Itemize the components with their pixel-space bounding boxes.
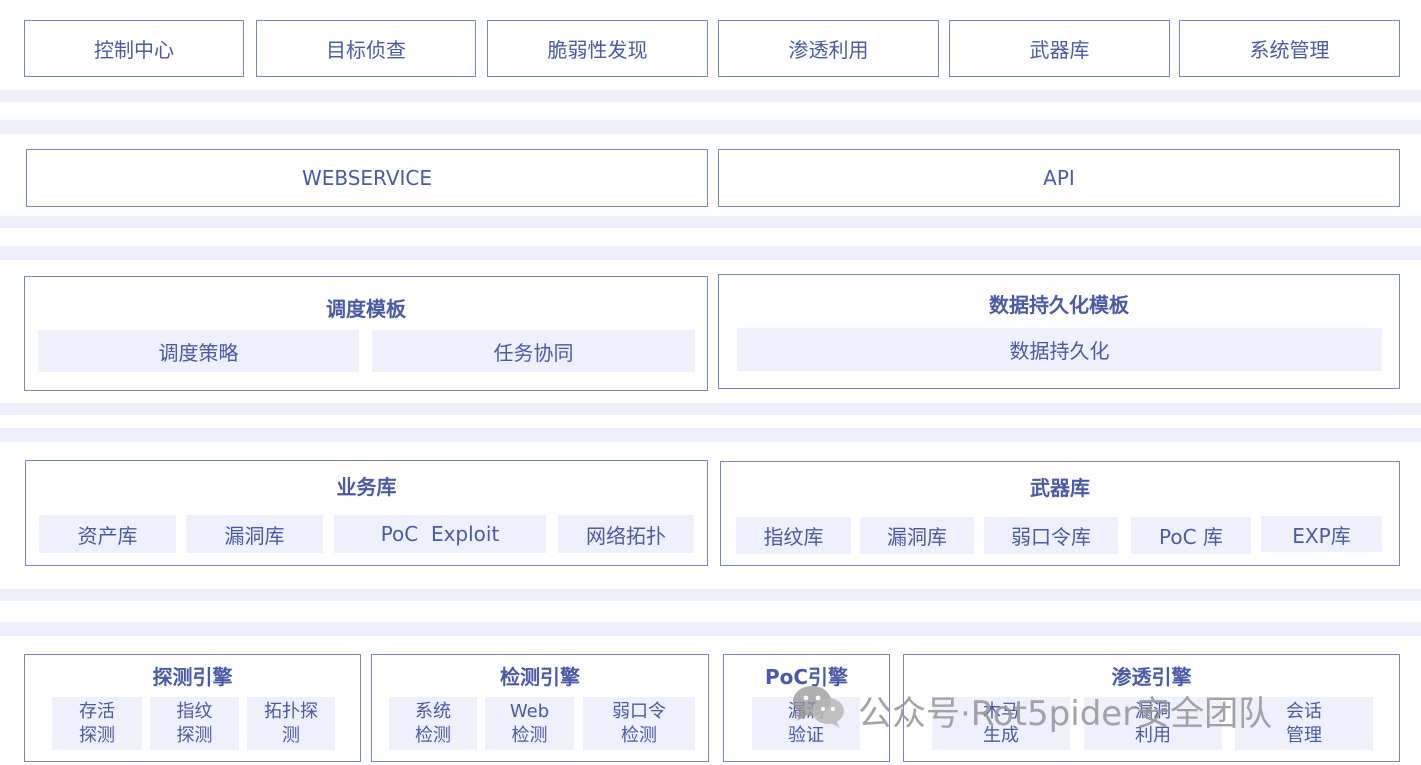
watermark: 公众号·Rot5pider安全团队	[790, 682, 1272, 739]
weapon-library-panel: 武器库 指纹库 漏洞库 弱口令库 PoC 库 EXP库	[720, 461, 1400, 566]
chip-topology-probe: 拓扑探 测	[247, 697, 335, 750]
schedule-template-panel: 调度模板 调度策略 任务协同	[24, 276, 708, 391]
chip-asset-library: 资产库	[39, 515, 176, 553]
persistence-template-panel: 数据持久化模板 数据持久化	[718, 274, 1400, 389]
chip-system-detect: 系统 检测	[389, 697, 477, 750]
watermark-text: 公众号·Rot5pider安全团队	[858, 694, 1273, 734]
nav-item-vuln-discovery[interactable]: 脆弱性发现	[487, 20, 708, 77]
chip-network-topology: 网络拓扑	[558, 515, 694, 553]
nav-item-system-admin[interactable]: 系统管理	[1179, 20, 1400, 77]
panel-title: 数据持久化模板	[989, 293, 1129, 317]
panel-title: 武器库	[1030, 476, 1090, 500]
separator-band	[0, 589, 1421, 601]
chip-vuln-library: 漏洞库	[186, 515, 323, 553]
probe-engine-panel: 探测引擎 存活 探测 指纹 探测 拓扑探 测	[24, 654, 361, 762]
business-library-panel: 业务库 资产库 漏洞库 PoC Exploit 网络拓扑	[25, 460, 708, 566]
webservice-box: WEBSERVICE	[26, 149, 708, 207]
api-box: API	[718, 149, 1400, 207]
nav-item-target-recon[interactable]: 目标侦查	[256, 20, 476, 77]
chip-data-persistence: 数据持久化	[737, 328, 1382, 371]
panel-title: 业务库	[336, 475, 397, 499]
panel-title: 检测引擎	[500, 665, 580, 689]
panel-title: 调度模板	[326, 297, 406, 321]
separator-band	[0, 428, 1421, 442]
separator-band	[0, 216, 1421, 228]
chip-weak-password-library: 弱口令库	[984, 517, 1118, 554]
nav-item-exploitation[interactable]: 渗透利用	[718, 20, 939, 77]
chip-web-detect: Web 检测	[485, 697, 574, 750]
chip-vuln-library: 漏洞库	[860, 517, 974, 554]
chip-weak-password-detect: 弱口令 检测	[583, 697, 695, 750]
separator-band	[0, 403, 1421, 415]
chip-fingerprint-library: 指纹库	[736, 517, 851, 554]
separator-band	[0, 120, 1421, 134]
chip-poc-exploit: PoC Exploit	[334, 515, 546, 553]
chip-schedule-policy: 调度策略	[38, 330, 359, 372]
chip-fingerprint-probe: 指纹 探测	[150, 697, 239, 750]
wechat-icon	[790, 682, 846, 739]
separator-band	[0, 622, 1421, 636]
chip-exp-library: EXP库	[1261, 516, 1382, 552]
separator-band	[0, 90, 1421, 102]
nav-item-arsenal[interactable]: 武器库	[949, 20, 1170, 77]
chip-poc-library: PoC 库	[1131, 517, 1251, 554]
chip-liveness-probe: 存活 探测	[52, 697, 142, 750]
nav-item-control-center[interactable]: 控制中心	[24, 20, 244, 77]
separator-band	[0, 246, 1421, 260]
panel-title: 探测引擎	[152, 665, 233, 689]
detect-engine-panel: 检测引擎 系统 检测 Web 检测 弱口令 检测	[371, 654, 709, 762]
chip-task-coordination: 任务协同	[372, 330, 695, 372]
